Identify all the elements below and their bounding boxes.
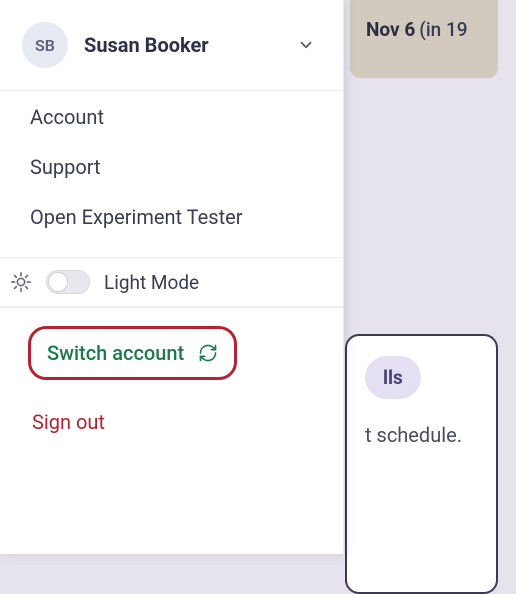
menu-list: Account Support Open Experiment Tester xyxy=(0,91,343,237)
date-text: Nov 6 xyxy=(366,18,415,41)
account-menu: SB Susan Booker Account Support Open Exp… xyxy=(0,0,344,554)
theme-label: Light Mode xyxy=(104,271,199,294)
sun-icon xyxy=(10,271,32,293)
avatar: SB xyxy=(22,22,68,68)
menu-experiment-tester[interactable]: Open Experiment Tester xyxy=(30,205,313,229)
profile-name: Susan Booker xyxy=(84,33,281,57)
chevron-down-icon xyxy=(297,36,315,54)
card-tag: lls xyxy=(365,356,421,399)
upcoming-date-pill: Nov 6 (in 19 xyxy=(350,0,498,78)
menu-account[interactable]: Account xyxy=(30,105,313,129)
date-relative: (in 19 xyxy=(419,18,467,41)
refresh-icon xyxy=(198,343,218,363)
switch-account-label: Switch account xyxy=(47,341,184,365)
sign-out-button[interactable]: Sign out xyxy=(28,410,315,434)
info-card: lls t schedule. xyxy=(345,334,498,594)
lower-actions: Switch account Sign out xyxy=(0,308,343,452)
menu-support[interactable]: Support xyxy=(30,155,313,179)
profile-row[interactable]: SB Susan Booker xyxy=(0,0,343,90)
card-text: t schedule. xyxy=(365,423,478,447)
theme-row: Light Mode xyxy=(0,257,343,307)
toggle-knob xyxy=(48,272,68,292)
switch-account-button[interactable]: Switch account xyxy=(28,326,237,380)
theme-toggle[interactable] xyxy=(46,270,90,294)
